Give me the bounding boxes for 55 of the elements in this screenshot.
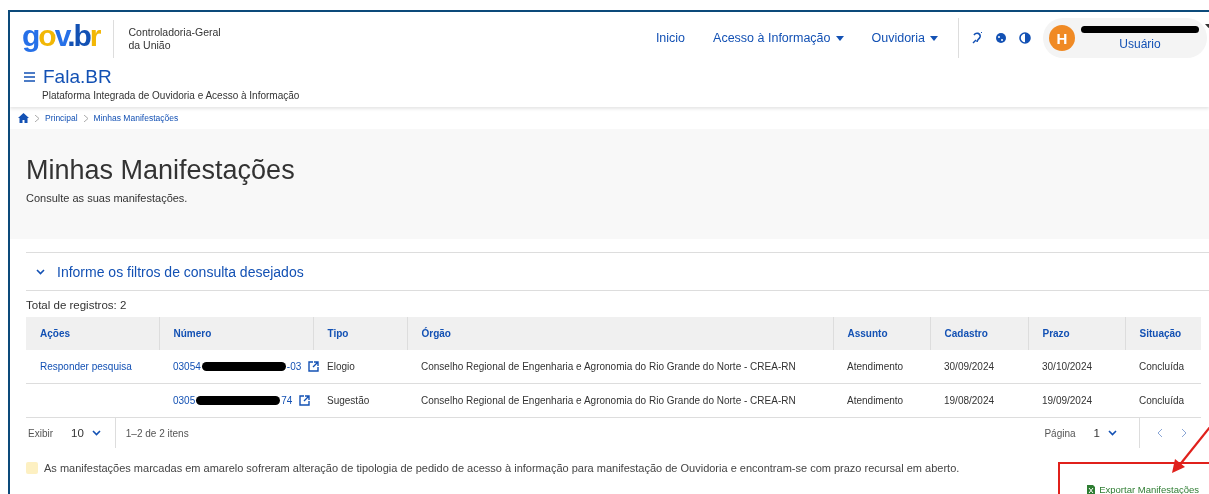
app-subtitle: Plataforma Integrada de Ouvidoria e Acesso à Informação xyxy=(42,90,300,101)
show-label: Exibir xyxy=(27,427,54,439)
breadcrumb-link[interactable]: Principal xyxy=(45,113,78,123)
column-header: Cadastro xyxy=(930,317,1028,350)
table-cell: Sugestão xyxy=(313,383,407,418)
table-cell: 19/08/2024 xyxy=(930,383,1028,418)
table-cell: Atendimento xyxy=(833,383,930,418)
page-label: Página xyxy=(1043,427,1077,439)
user-menu[interactable]: H Usuário xyxy=(1043,18,1207,58)
legend-swatch xyxy=(26,462,38,474)
column-header: Número xyxy=(159,317,313,350)
survey-link[interactable]: Responder pesquisa xyxy=(40,361,132,372)
table-cell: Conselho Regional de Engenharia e Agronomia do Rio Grande do Norte - CREA-RN xyxy=(407,350,833,384)
menu-icon[interactable] xyxy=(24,72,35,82)
column-header: Órgão xyxy=(407,317,833,350)
user-role: Usuário xyxy=(1119,36,1161,51)
page-subtitle: Consulte as suas manifestações. xyxy=(26,192,189,204)
page-title: Minhas Manifestações xyxy=(26,155,296,186)
separator-icon xyxy=(35,114,39,122)
user-avatar: H xyxy=(1049,25,1075,51)
separator-icon xyxy=(83,114,88,122)
legend-note: As manifestações marcadas em amarelo sofreram alteração de tipologia de pedido de acesso à informação para manifestação de Ouvidoria e encontram-se com prazo recursal em aberto. xyxy=(44,462,960,474)
page-select[interactable]: 1 xyxy=(1083,418,1131,448)
filter-toggle[interactable]: Informe os filtros de consulta desejados xyxy=(26,253,1209,291)
table-cell: 30/09/2024 xyxy=(930,350,1028,384)
caret-icon xyxy=(835,35,844,41)
external-link-icon[interactable] xyxy=(299,395,311,407)
breadcrumb-link[interactable]: Minhas Manifestações xyxy=(93,113,179,123)
chevron-icon xyxy=(1108,430,1117,436)
nav-link[interactable]: Ouvidoria xyxy=(857,27,952,49)
table-cell: Concluída xyxy=(1125,383,1201,418)
item-range: 1–2 de 2 itens xyxy=(124,427,189,439)
caret-icon xyxy=(930,35,938,41)
column-header: Prazo xyxy=(1028,317,1125,350)
external-link-icon[interactable] xyxy=(308,361,320,373)
organization-name: Controladoria-Geral da União xyxy=(127,26,221,52)
table-cell: Conselho Regional de Engenharia e Agronomia do Rio Grande do Norte - CREA-RN xyxy=(407,383,833,418)
govbr-logo[interactable]: gov.br xyxy=(22,20,115,58)
column-header: Ações xyxy=(26,317,159,350)
app-title: Fala.BR xyxy=(43,66,112,88)
spreadsheet-icon xyxy=(1087,484,1096,494)
column-header: Situação xyxy=(1125,317,1201,350)
record-count: Total de registros: 2 xyxy=(25,298,128,313)
nav-link[interactable]: Inicio xyxy=(641,27,700,49)
chevron-icon xyxy=(91,430,101,436)
column-header: Assunto xyxy=(833,317,930,350)
home-icon[interactable] xyxy=(18,113,29,123)
page-size-select[interactable]: 10 xyxy=(61,418,116,448)
table-cell: Atendimento xyxy=(833,350,930,384)
nav-link[interactable]: Acesso à Informação xyxy=(699,27,858,49)
table-cell: 30/10/2024 xyxy=(1028,350,1125,384)
table-cell: Elogio xyxy=(313,350,407,384)
column-header: Tipo xyxy=(313,317,407,350)
table-cell: Concluída xyxy=(1125,350,1201,384)
table-cell: 19/09/2024 xyxy=(1028,383,1125,418)
